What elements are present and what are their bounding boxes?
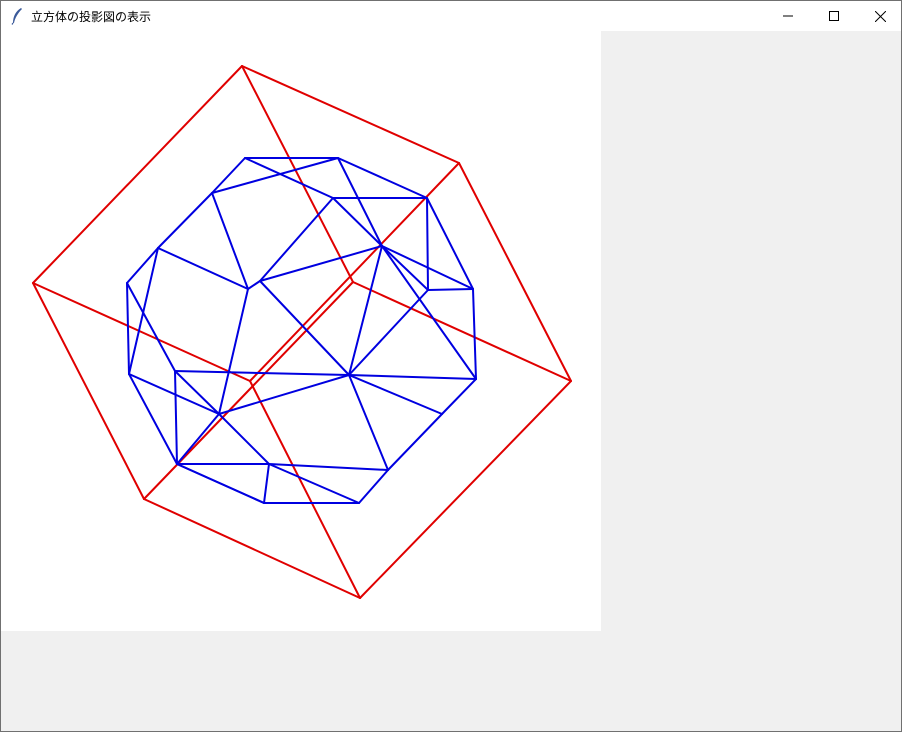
- polyhedron-edge: [174, 370, 350, 376]
- polyhedron-edge: [157, 192, 213, 249]
- window-title: 立方体の投影図の表示: [31, 10, 152, 24]
- polyhedron-edge: [426, 197, 429, 291]
- polyhedron-edge: [176, 413, 220, 465]
- maximize-icon: [829, 11, 839, 21]
- polyhedron-edge: [472, 288, 477, 380]
- polyhedron-edge: [128, 373, 178, 465]
- polyhedron-edge: [263, 463, 270, 504]
- polyhedron-edge: [126, 282, 130, 375]
- polyhedron-edge: [174, 370, 220, 415]
- minimize-button[interactable]: [765, 1, 811, 31]
- cube-edge: [143, 498, 361, 599]
- polyhedron-edge: [381, 245, 429, 291]
- title-bar[interactable]: 立方体の投影図の表示: [1, 1, 901, 31]
- polyhedron-edge: [174, 370, 178, 465]
- polyhedron-edge: [211, 157, 339, 194]
- cube-edge: [32, 282, 251, 382]
- polyhedron-edge: [268, 463, 360, 504]
- polyhedron-edge: [218, 413, 270, 465]
- polyhedron-edge: [218, 374, 350, 415]
- cube-edge: [352, 281, 572, 382]
- polyhedron-edge: [259, 280, 350, 376]
- polyhedron-edge: [126, 282, 176, 372]
- app-window: 立方体の投影図の表示: [0, 0, 902, 732]
- polyhedron-edge: [337, 157, 383, 247]
- polyhedron-edge: [247, 280, 261, 290]
- polyhedron-edge: [268, 463, 389, 471]
- polyhedron-edge: [128, 373, 220, 415]
- projection-drawing: [32, 65, 572, 599]
- polyhedron-edge: [387, 413, 443, 471]
- polyhedron-edge: [427, 288, 474, 291]
- close-button[interactable]: [857, 1, 902, 31]
- maximize-button[interactable]: [811, 1, 857, 31]
- close-icon: [874, 10, 886, 22]
- polyhedron-edge: [426, 197, 474, 290]
- polyhedron-edge: [348, 374, 477, 380]
- cube-edge: [241, 65, 460, 164]
- drawing-canvas[interactable]: [1, 31, 601, 631]
- polyhedron-edge: [358, 469, 389, 504]
- polyhedron-edge: [259, 197, 334, 282]
- cube-edge: [241, 65, 354, 283]
- polyhedron-edge: [176, 463, 265, 504]
- polyhedron-edge: [128, 247, 159, 375]
- polyhedron-edge: [332, 197, 383, 247]
- feather-icon: [11, 8, 22, 25]
- polyhedron-edge: [348, 245, 383, 376]
- minimize-icon: [783, 15, 793, 17]
- cube-edge: [359, 380, 572, 599]
- cube-edge: [32, 65, 243, 284]
- polyhedron-edge: [441, 378, 477, 415]
- polyhedron-edge: [337, 157, 428, 199]
